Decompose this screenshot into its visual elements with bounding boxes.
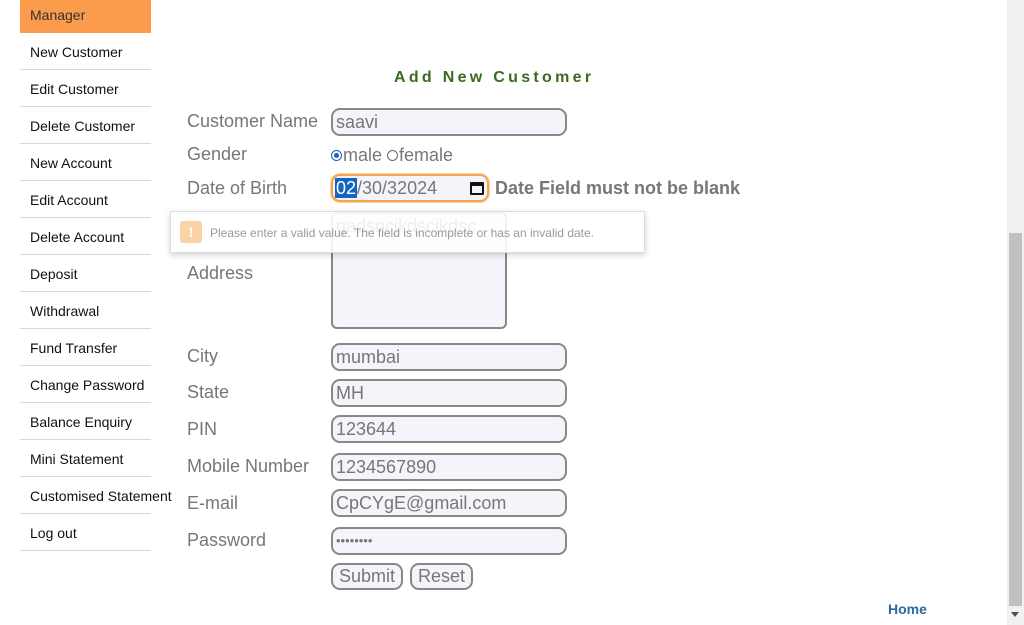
warning-icon: ! xyxy=(180,221,202,243)
customer-name-input[interactable]: saavi xyxy=(331,108,567,136)
sidebar-item-mini-statement[interactable]: Mini Statement xyxy=(20,440,151,477)
address-label: Address xyxy=(187,263,254,283)
sidebar-item-change-password[interactable]: Change Password xyxy=(20,366,151,403)
dob-month-segment[interactable]: 02 xyxy=(335,178,358,198)
sidebar-header-manager[interactable]: Manager xyxy=(20,0,151,33)
sidebar-item-new-account[interactable]: New Account xyxy=(20,144,151,181)
vertical-scrollbar[interactable] xyxy=(1007,0,1024,625)
gender-radio-group: male female xyxy=(331,145,453,166)
sidebar-item-withdrawal[interactable]: Withdrawal xyxy=(20,292,151,329)
password-label: Password xyxy=(187,530,267,550)
submit-button[interactable]: Submit xyxy=(331,563,404,590)
sidebar-item-edit-account[interactable]: Edit Account xyxy=(20,181,151,218)
dob-rest-segment[interactable]: /30/32024 xyxy=(357,178,437,198)
state-input[interactable]: MH xyxy=(331,379,567,407)
scroll-down-arrow-icon[interactable] xyxy=(1011,612,1019,617)
sidebar-item-customised-statement[interactable]: Customised Statement xyxy=(20,477,172,514)
mobile-label: Mobile Number xyxy=(187,456,310,476)
gender-male-label: male xyxy=(343,145,383,165)
sidebar-item-log-out[interactable]: Log out xyxy=(20,514,151,551)
sidebar-item-delete-account[interactable]: Delete Account xyxy=(20,218,151,255)
customer-name-label: Customer Name xyxy=(187,111,319,131)
mobile-input[interactable]: 1234567890 xyxy=(331,453,567,481)
gender-label: Gender xyxy=(187,144,248,164)
validation-tooltip: ! Please enter a valid value. The field … xyxy=(170,211,645,253)
gender-female-radio[interactable] xyxy=(387,150,399,161)
city-label: City xyxy=(187,346,218,366)
city-input[interactable]: mumbai xyxy=(331,343,567,371)
pin-input[interactable]: 123644 xyxy=(331,415,567,443)
dob-error-message: Date Field must not be blank xyxy=(495,178,741,198)
pin-label: PIN xyxy=(187,419,218,439)
calendar-icon[interactable] xyxy=(470,182,484,195)
email-input[interactable]: CpCYgE@gmail.com xyxy=(331,489,567,517)
state-label: State xyxy=(187,382,230,402)
sidebar-menu: Manager New Customer Edit Customer Delete … xyxy=(20,0,172,551)
password-input[interactable]: •••••••• xyxy=(331,527,567,555)
sidebar-item-delete-customer[interactable]: Delete Customer xyxy=(20,107,151,144)
scrollbar-thumb[interactable] xyxy=(1009,233,1022,606)
sidebar-item-edit-customer[interactable]: Edit Customer xyxy=(20,70,151,107)
email-label: E-mail xyxy=(187,493,239,513)
sidebar-item-new-customer[interactable]: New Customer xyxy=(20,33,151,70)
validation-message: Please enter a valid value. The field is… xyxy=(210,226,595,240)
gender-female-label: female xyxy=(399,145,454,165)
sidebar-item-fund-transfer[interactable]: Fund Transfer xyxy=(20,329,151,366)
reset-button[interactable]: Reset xyxy=(410,563,474,590)
gender-male-radio[interactable] xyxy=(331,150,342,161)
sidebar-item-balance-enquiry[interactable]: Balance Enquiry xyxy=(20,403,151,440)
page-title: Add New Customer xyxy=(394,69,595,86)
dob-label: Date of Birth xyxy=(187,178,288,198)
dob-date-input[interactable]: 02/30/32024 xyxy=(331,174,489,202)
sidebar-item-deposit[interactable]: Deposit xyxy=(20,255,151,292)
home-link[interactable]: Home xyxy=(888,601,927,617)
